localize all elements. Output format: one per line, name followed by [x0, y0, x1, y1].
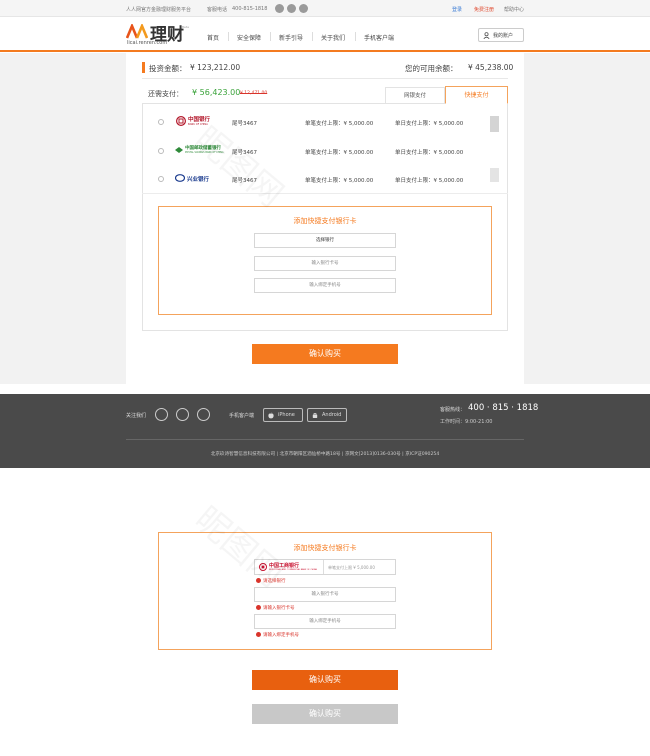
tab-online-banking[interactable]: 网银支付	[385, 87, 445, 103]
field-divider	[323, 560, 324, 574]
nav-about[interactable]: 关于我们	[321, 33, 345, 42]
add-card-error-title: 添加快捷支付银行卡	[293, 544, 357, 552]
confirm-purchase-button-active[interactable]: 确认购买	[252, 670, 398, 690]
invest-label: 投资金额：	[149, 64, 187, 73]
renren-logo-icon[interactable]	[126, 24, 148, 39]
nav-security[interactable]: 安全保障	[237, 33, 261, 42]
pay-amount: ¥ 56,423.00	[192, 88, 241, 97]
top-hotline: 400-815-1818	[232, 6, 268, 12]
weibo-icon[interactable]	[155, 408, 168, 421]
balance-amount: ¥ 45,238.00	[468, 63, 514, 72]
qq-icon[interactable]	[197, 408, 210, 421]
divider	[142, 193, 508, 194]
footer-copyright: 北京玖诗智慧信息科技有限公司 | 北京市朝阳区酒仙桥中路18号 | 京网文[20…	[210, 452, 440, 457]
footer-hotline-label: 客服热线：	[440, 407, 466, 413]
bound-phone-input[interactable]: 输入绑定手机号	[254, 278, 396, 293]
help-link[interactable]: 帮助中心	[504, 6, 524, 13]
nav-home[interactable]: 首页	[207, 33, 219, 42]
section-marker	[142, 62, 145, 73]
my-account-label: 我的账户	[493, 33, 514, 39]
bank-radio[interactable]	[158, 176, 164, 182]
footer-follow-label: 关注我们	[126, 413, 147, 419]
logo-subtitle: licai.renren.com	[127, 40, 168, 46]
top-hotline-label: 客服电话	[207, 7, 228, 13]
bank-single-limit: 单笔支付上限：¥ 5,000.00	[305, 150, 374, 156]
nav-divider	[270, 32, 271, 41]
qq-icon[interactable]	[299, 4, 308, 13]
bank-single-limit: 单笔支付上限：¥ 5,000.00	[305, 178, 374, 184]
bank-daily-limit: 单日支付上限：¥ 5,000.00	[395, 121, 464, 127]
top-bar: 人人网官方金融理财服务平台 客服电话 400-815-1818 登录 免费注册 …	[0, 0, 650, 17]
bank-row[interactable]: 兴业银行 尾号3467 单笔支付上限：¥ 5,000.00 单日支付上限：¥ 5…	[142, 164, 508, 192]
wechat-icon[interactable]	[176, 408, 189, 421]
logo-beta: Beta	[182, 25, 189, 29]
wechat-icon[interactable]	[287, 4, 296, 13]
balance-label: 您的可用余额：	[405, 64, 458, 73]
nav-divider	[228, 32, 229, 41]
bank-card-tail: 尾号3467	[232, 121, 257, 127]
bank-list-scrollbar[interactable]	[490, 116, 499, 132]
user-icon	[483, 32, 490, 39]
add-card-title: 添加快捷支付银行卡	[293, 217, 357, 225]
weibo-icon[interactable]	[275, 4, 284, 13]
bank-list-scrollbar-track[interactable]	[490, 168, 499, 182]
pay-label: 还需支付：	[148, 90, 183, 98]
nav-guide[interactable]: 新手引导	[279, 33, 303, 42]
bank-radio[interactable]	[158, 148, 164, 154]
my-account-button[interactable]: 我的账户	[478, 28, 524, 42]
selected-bank-limit: 单笔支付上限 ¥ 5,000.00	[328, 565, 375, 570]
footer-divider	[126, 439, 524, 440]
nav-mobile[interactable]: 手机客户端	[364, 33, 394, 42]
bank-name-en: BANK OF CHINA	[188, 123, 208, 126]
error-card-number: 请输入银行卡号	[256, 605, 295, 611]
error-card-number-input[interactable]: 输入银行卡号	[254, 587, 396, 602]
error-phone-input[interactable]: 输入绑定手机号	[254, 614, 396, 629]
nav-divider	[355, 32, 356, 41]
nav-divider	[312, 32, 313, 41]
bank-name: 中国银行	[188, 117, 211, 123]
cib-logo-icon	[175, 174, 185, 182]
bank-daily-limit: 单日支付上限：¥ 5,000.00	[395, 178, 464, 184]
boc-logo-icon	[176, 116, 186, 126]
footer-hours: 工作时间：9:00-21:00	[440, 419, 493, 425]
apple-icon	[268, 412, 274, 419]
card-number-input[interactable]: 输入银行卡号	[254, 256, 396, 271]
confirm-purchase-button[interactable]: 确认购买	[252, 344, 398, 364]
bank-name: 兴业银行	[187, 177, 210, 183]
select-bank-dropdown[interactable]: 选择银行	[254, 233, 396, 248]
android-icon	[312, 413, 318, 418]
iphone-download-button[interactable]: iPhone	[263, 408, 303, 422]
invest-amount: ¥ 123,212.00	[190, 63, 241, 72]
register-link[interactable]: 免费注册	[474, 6, 494, 13]
android-label: Android	[322, 412, 342, 418]
footer-hotline: 400 · 815 · 1818	[468, 403, 539, 413]
header: 理财 Beta licai.renren.com 首页 安全保障 新手引导 关于…	[0, 17, 650, 52]
bank-radio[interactable]	[158, 119, 164, 125]
bank-single-limit: 单笔支付上限：¥ 5,000.00	[305, 121, 374, 127]
pay-original-amount: ¥ 12,471.00	[240, 91, 268, 96]
footer-mobile-label: 手机客户端	[229, 413, 255, 419]
confirm-purchase-button-disabled[interactable]: 确认购买	[252, 704, 398, 724]
iphone-label: iPhone	[278, 412, 295, 418]
bank-row[interactable]: 中国银行 BANK OF CHINA 尾号3467 单笔支付上限：¥ 5,000…	[142, 108, 508, 136]
tab-quick-pay[interactable]: 快捷支付	[445, 86, 508, 104]
psbc-logo-icon	[175, 147, 183, 153]
login-link[interactable]: 登录	[452, 6, 462, 13]
divider	[142, 78, 508, 79]
android-download-button[interactable]: Android	[307, 408, 347, 422]
error-phone: 请输入绑定手机号	[256, 632, 299, 638]
top-tagline: 人人网官方金融理财服务平台	[126, 7, 192, 13]
bank-daily-limit: 单日支付上限：¥ 5,000.00	[395, 150, 464, 156]
